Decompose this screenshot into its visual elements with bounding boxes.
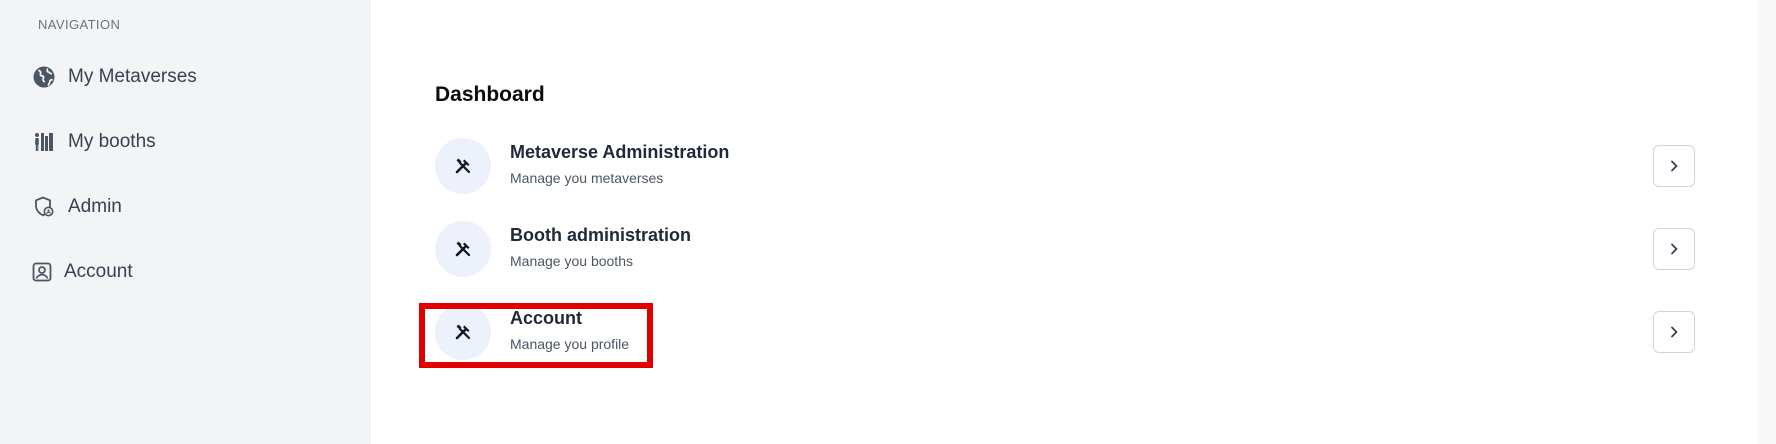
sidebar-item-my-metaverses[interactable]: My Metaverses bbox=[32, 57, 215, 97]
chevron-right-button[interactable] bbox=[1653, 311, 1695, 353]
dashboard-row-account[interactable]: Account Manage you profile bbox=[435, 304, 1695, 360]
row-subtitle: Manage you profile bbox=[510, 336, 630, 352]
scrollbar[interactable] bbox=[1758, 0, 1776, 444]
dashboard-row-metaverse-administration[interactable]: Metaverse Administration Manage you meta… bbox=[435, 138, 1695, 194]
sidebar-item-account[interactable]: Account bbox=[32, 252, 151, 292]
sidebar-item-label: My Metaverses bbox=[68, 66, 197, 87]
globe-icon bbox=[32, 65, 56, 89]
page: NAVIGATION My Metaverses My booths Admin… bbox=[0, 0, 1776, 444]
account-icon bbox=[32, 262, 52, 282]
sidebar-item-label: My booths bbox=[68, 131, 156, 152]
chevron-right-button[interactable] bbox=[1653, 145, 1695, 187]
chevron-right-icon bbox=[1671, 326, 1678, 338]
booths-icon bbox=[32, 130, 56, 154]
sidebar-item-label: Admin bbox=[68, 196, 122, 217]
row-title: Metaverse Administration bbox=[510, 142, 730, 162]
chevron-right-icon bbox=[1671, 243, 1678, 255]
tools-icon bbox=[435, 304, 491, 360]
dashboard-row-booth-administration[interactable]: Booth administration Manage you booths bbox=[435, 221, 1695, 277]
nav-heading: NAVIGATION bbox=[38, 17, 121, 32]
chevron-right-button[interactable] bbox=[1653, 228, 1695, 270]
sidebar: NAVIGATION My Metaverses My booths Admin… bbox=[0, 0, 371, 444]
row-subtitle: Manage you booths bbox=[510, 253, 633, 269]
tools-icon bbox=[435, 138, 491, 194]
chevron-right-icon bbox=[1671, 160, 1678, 172]
page-title: Dashboard bbox=[435, 83, 545, 106]
row-title: Account bbox=[510, 308, 582, 328]
row-subtitle: Manage you metaverses bbox=[510, 170, 664, 186]
shield-icon bbox=[32, 195, 56, 219]
tools-icon bbox=[435, 221, 491, 277]
sidebar-item-label: Account bbox=[64, 261, 133, 282]
sidebar-item-admin[interactable]: Admin bbox=[32, 187, 140, 227]
sidebar-item-my-booths[interactable]: My booths bbox=[32, 122, 174, 162]
row-title: Booth administration bbox=[510, 225, 691, 245]
